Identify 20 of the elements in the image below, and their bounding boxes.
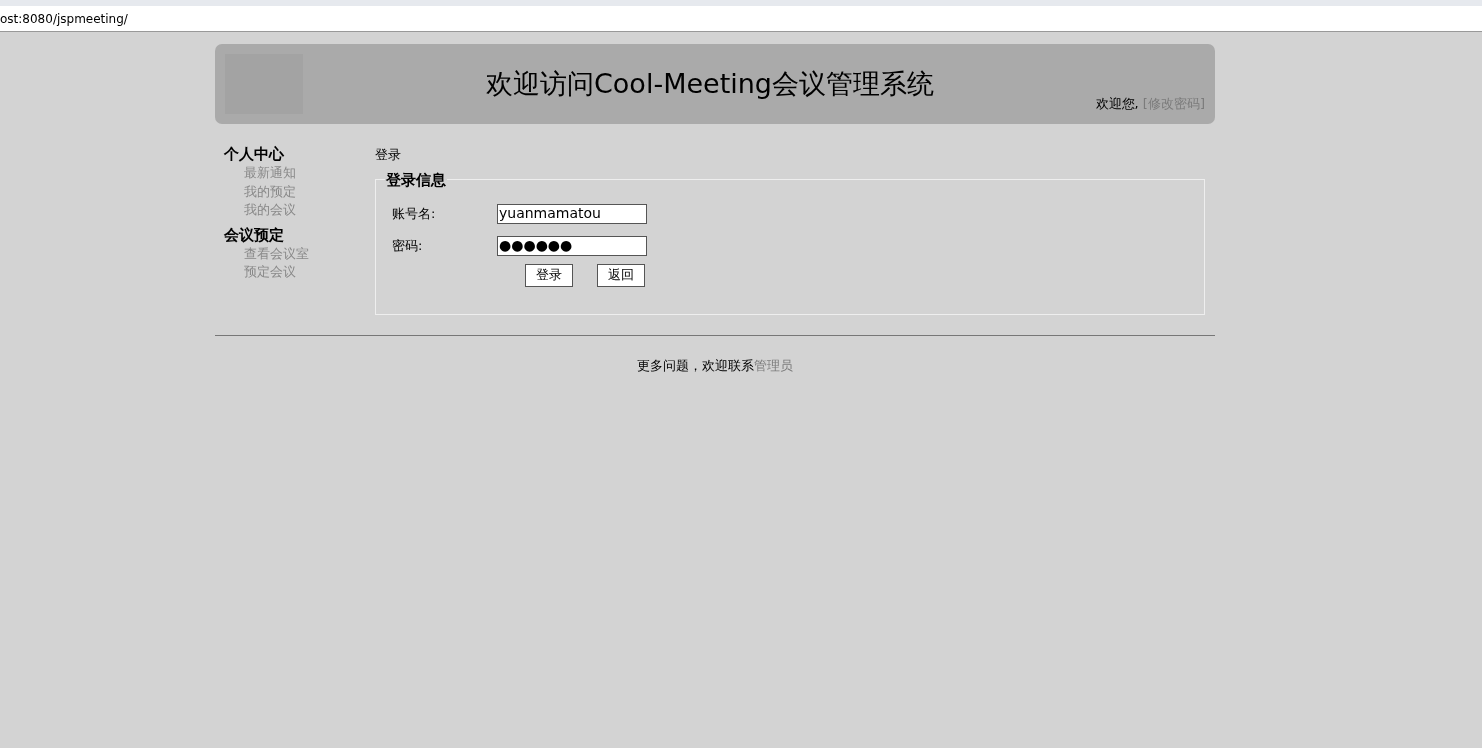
form-button[interactable]: 登录	[525, 263, 573, 287]
input-field[interactable]: ●●●●●●	[497, 235, 647, 256]
input-field[interactable]: yuanmamatou	[497, 203, 647, 224]
sidebar-section-title: 会议预定	[224, 224, 285, 245]
form-button[interactable]: 返回	[597, 263, 645, 287]
fieldset-legend: 登录信息	[385, 170, 447, 189]
footer-message: 更多问题，欢迎联系	[637, 357, 754, 373]
address-url[interactable]: ost:8080/jspmeeting/	[0, 9, 128, 28]
greeting-text: 欢迎您,	[1095, 95, 1139, 111]
sidebar-link[interactable]: 我的会议	[224, 201, 375, 220]
sidebar-link[interactable]: 最新通知	[224, 164, 375, 183]
field-label: 账号名:	[392, 204, 437, 223]
sidebar-link[interactable]: 我的预定	[224, 182, 375, 201]
sidebar-section-title: 个人中心	[224, 144, 285, 164]
sidebar-link[interactable]: 查看会议室	[224, 244, 375, 263]
field-label: 密码:	[392, 236, 424, 255]
admin-link[interactable]: 管理员	[754, 357, 793, 373]
sidebar-link[interactable]: 预定会议	[224, 263, 375, 282]
site-title: 欢迎访问Cool-Meeting会议管理系统	[486, 67, 934, 99]
page-title: 登录	[375, 146, 402, 164]
